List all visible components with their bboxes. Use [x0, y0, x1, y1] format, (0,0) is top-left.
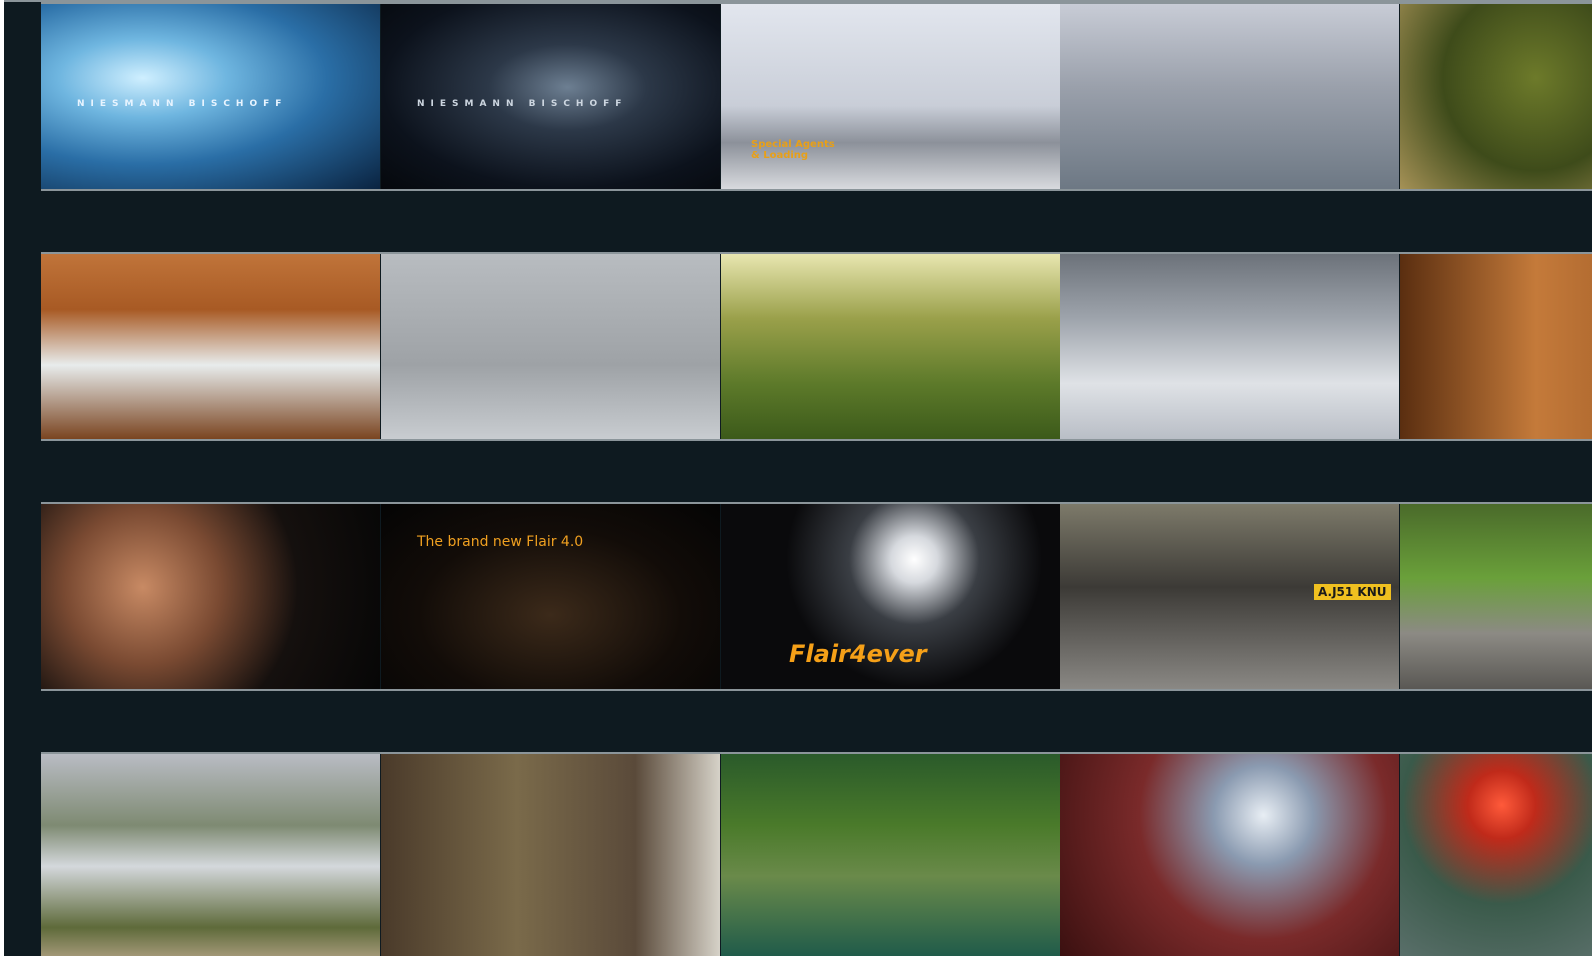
title-text: Flair4ever: [789, 640, 927, 668]
tile-interior-bed: [41, 254, 380, 439]
tile-red-lantern: [1400, 754, 1592, 956]
logo-text: NIESMANN BISCHOFF: [417, 99, 628, 109]
caption-text: Special Agents & Loading: [751, 139, 835, 161]
tile-building-agents: Special Agents & Loading: [721, 4, 1060, 189]
image-row-4: [41, 752, 1592, 956]
tile-dark-logo: NIESMANN BISCHOFF: [381, 4, 720, 189]
image-row-1: NIESMANN BISCHOFF NIESMANN BISCHOFF Spec…: [41, 2, 1592, 191]
tile-motorhome: [41, 754, 380, 956]
tile-lake-yoga: [721, 754, 1060, 956]
logo-text: NIESMANN BISCHOFF: [77, 99, 288, 109]
tile-martial-arts: [381, 754, 720, 956]
tile-concrete-room: [381, 254, 720, 439]
image-row-3: The brand new Flair 4.0 Flair4ever A.J51…: [41, 502, 1592, 691]
tile-woman-face: [41, 504, 380, 689]
tile-mountain-climber: [1400, 504, 1592, 689]
tile-fire-dancers: The brand new Flair 4.0: [381, 504, 720, 689]
tile-cocktail: [1060, 754, 1399, 956]
tile-car-headlight: A.J51 KNU: [1060, 504, 1399, 689]
tile-wood-cabinet: [1400, 254, 1592, 439]
caption-text: The brand new Flair 4.0: [417, 534, 584, 550]
tile-drawing-hand: [1060, 254, 1399, 439]
tile-blur-green: [1400, 4, 1592, 189]
contact-sheet: NIESMANN BISCHOFF NIESMANN BISCHOFF Spec…: [4, 0, 1592, 956]
license-plate: A.J51 KNU: [1314, 584, 1391, 600]
image-row-2: [41, 252, 1592, 441]
tile-gunbarrel: Flair4ever: [721, 504, 1060, 689]
tile-park-people: [721, 254, 1060, 439]
tile-crystal-logo: NIESMANN BISCHOFF: [41, 4, 380, 189]
tile-two-men: [1060, 4, 1399, 189]
